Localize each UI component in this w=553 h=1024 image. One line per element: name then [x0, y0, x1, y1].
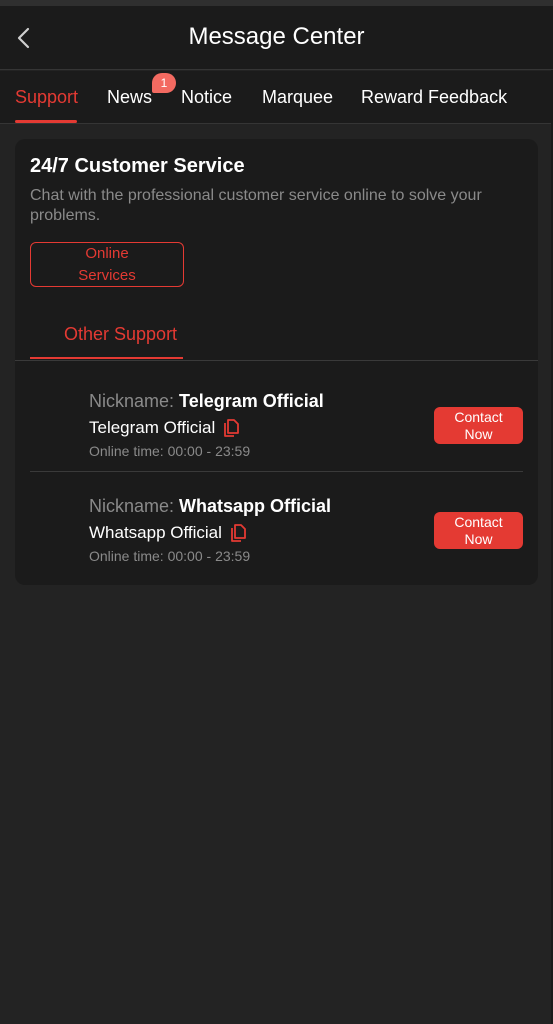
- divider: [15, 360, 538, 361]
- contact-now-button[interactable]: Contact Now: [434, 407, 523, 444]
- account-value: Telegram Official: [89, 418, 216, 437]
- online-time-label: Online time:: [89, 548, 164, 564]
- nickname: Nickname: Telegram Official: [89, 391, 324, 412]
- copy-button[interactable]: [230, 524, 246, 542]
- nickname: Nickname: Whatsapp Official: [89, 496, 331, 517]
- nickname-label: Nickname:: [89, 391, 175, 411]
- online-services-button[interactable]: Online Services: [30, 242, 184, 287]
- tab-other-support[interactable]: Other Support: [64, 324, 177, 345]
- card-description: Chat with the professional customer serv…: [30, 187, 482, 224]
- tab-reward-feedback[interactable]: Reward Feedback: [361, 87, 507, 108]
- page-title: Message Center: [188, 23, 365, 50]
- copy-button[interactable]: [223, 419, 240, 437]
- contact-now-label: Contact Now: [454, 513, 503, 547]
- customer-service-card: 24/7 Customer Service Chat with the prof…: [15, 139, 538, 585]
- contact-row-whatsapp: Nickname: Whatsapp Official Whatsapp Off…: [30, 472, 523, 577]
- account: Whatsapp Official: [89, 523, 246, 543]
- account: Telegram Official: [89, 418, 240, 438]
- copy-icon: [224, 419, 240, 437]
- news-badge: 1: [152, 73, 176, 93]
- tab-support[interactable]: Support: [15, 87, 78, 108]
- copy-icon: [231, 524, 246, 542]
- nickname-value: Whatsapp Official: [179, 496, 332, 516]
- tab-marquee[interactable]: Marquee: [262, 87, 333, 108]
- active-tab-indicator: [15, 120, 77, 123]
- tab-notice[interactable]: Notice: [181, 87, 232, 108]
- header-bar: Message Center: [0, 6, 553, 70]
- online-time-label: Online time:: [89, 443, 164, 459]
- nickname-label: Nickname:: [89, 496, 175, 516]
- online-time: Online time: 00:00 - 23:59: [89, 548, 250, 564]
- online-time-value: 00:00 - 23:59: [167, 548, 251, 564]
- other-support-indicator: [30, 357, 183, 359]
- card-title: 24/7 Customer Service: [30, 155, 245, 177]
- tab-bar: Support News Notice Marquee Reward Feedb…: [0, 71, 553, 124]
- online-time-value: 00:00 - 23:59: [167, 443, 251, 459]
- contact-now-button[interactable]: Contact Now: [434, 512, 523, 549]
- online-time: Online time: 00:00 - 23:59: [89, 443, 250, 459]
- nickname-value: Telegram Official: [179, 391, 324, 411]
- online-services-label: Online Services: [78, 244, 136, 284]
- contact-now-label: Contact Now: [454, 408, 503, 442]
- account-value: Whatsapp Official: [89, 523, 222, 542]
- contact-row-telegram: Nickname: Telegram Official Telegram Off…: [30, 367, 523, 472]
- tab-news[interactable]: News: [107, 87, 152, 108]
